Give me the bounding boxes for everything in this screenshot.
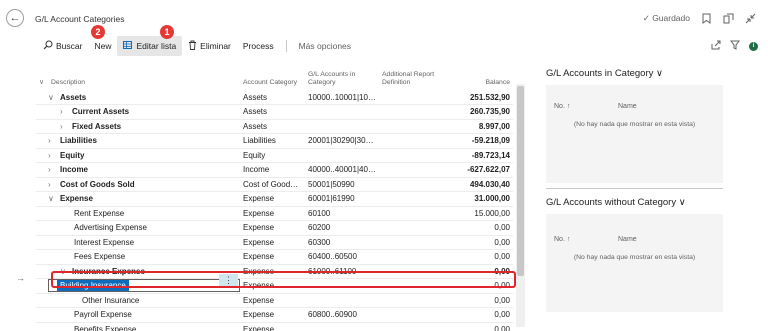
saved-status: ✓ Guardado bbox=[643, 13, 690, 24]
col-header-name[interactable]: Name bbox=[618, 103, 637, 110]
factbox-title[interactable]: G/L Accounts in Category ∨ bbox=[546, 68, 723, 79]
info-icon[interactable]: i bbox=[749, 41, 758, 51]
chevron-right-icon[interactable]: › bbox=[48, 136, 60, 145]
table-row[interactable]: › Fixed Assets Assets 8.997,00 bbox=[36, 119, 513, 134]
edit-list-button[interactable]: Editar lista bbox=[117, 36, 183, 56]
check-icon: ✓ bbox=[642, 12, 650, 23]
table-row[interactable]: Fees Expense Expense 60400..60500 0,00 bbox=[36, 249, 513, 265]
step-badge-2: 2 bbox=[91, 25, 105, 39]
gl-category-grid: ∨ Description Account Category G/L Accoun… bbox=[36, 64, 513, 331]
delete-button[interactable]: Eliminar bbox=[182, 36, 237, 56]
factbox-accounts-without-category: G/L Accounts without Category ∨ No. ↑ Na… bbox=[546, 197, 723, 312]
chevron-right-icon[interactable]: › bbox=[60, 122, 72, 131]
table-row[interactable]: Rent Expense Expense 60100 15.000,00 bbox=[36, 206, 513, 221]
chevron-down-icon[interactable]: ∨ bbox=[656, 68, 663, 79]
col-header-description[interactable]: ∨ Description bbox=[36, 64, 240, 90]
scrollbar-thumb[interactable] bbox=[517, 86, 524, 276]
filter-icon[interactable] bbox=[730, 40, 740, 52]
table-row-selected[interactable]: Building Insurance Expense 0,00 bbox=[36, 278, 513, 294]
chevron-down-icon[interactable]: ∨ bbox=[48, 194, 60, 203]
factbox-divider bbox=[546, 188, 723, 189]
table-row[interactable]: › Liabilities Liabilities 20001|30290|3099… bbox=[36, 133, 513, 149]
col-header-no[interactable]: No. ↑ bbox=[554, 236, 618, 243]
chevron-right-icon[interactable]: › bbox=[48, 165, 60, 174]
action-bar: Buscar New Editar lista Eliminar Process… bbox=[37, 36, 357, 56]
empty-message: (No hay nada que mostrar en esta vista) bbox=[573, 254, 696, 261]
more-options-button[interactable]: Más opciones bbox=[293, 36, 357, 56]
table-row[interactable]: Advertising Expense Expense 60200 0,00 bbox=[36, 220, 513, 236]
delete-icon bbox=[188, 40, 197, 52]
open-new-icon[interactable] bbox=[722, 12, 734, 24]
process-label: Process bbox=[242, 41, 274, 51]
description-edit-text[interactable]: Building Insurance bbox=[57, 280, 129, 292]
col-header-balance[interactable]: Balance bbox=[445, 64, 513, 90]
factbox-title[interactable]: G/L Accounts without Category ∨ bbox=[546, 197, 723, 208]
table-row[interactable]: Other Insurance Expense 0,00 bbox=[36, 293, 513, 308]
share-icon[interactable] bbox=[711, 40, 721, 52]
row-actions-icon[interactable]: ⋮ bbox=[219, 274, 238, 286]
factbox-accounts-in-category: G/L Accounts in Category ∨ No. ↑ Name (N… bbox=[546, 68, 723, 183]
chevron-right-icon[interactable]: › bbox=[60, 107, 72, 116]
col-header-account-category[interactable]: Account Category bbox=[240, 64, 305, 90]
edit-list-icon bbox=[123, 40, 133, 52]
chevron-right-icon[interactable]: › bbox=[48, 151, 60, 160]
table-row[interactable]: › Cost of Goods Sold Cost of Goods S... 50… bbox=[36, 177, 513, 192]
table-row[interactable]: ∨ Expense Expense 60001|61990 31.000,00 bbox=[36, 191, 513, 207]
table-row[interactable]: ∨ Insurance Expense Expense 61000..61100 0,… bbox=[36, 264, 513, 279]
search-button[interactable]: Buscar bbox=[37, 36, 88, 56]
search-label: Buscar bbox=[56, 41, 83, 51]
search-icon bbox=[43, 40, 53, 52]
col-header-gl-accounts[interactable]: G/L Accounts in Category bbox=[305, 64, 379, 90]
grid-scrollbar[interactable] bbox=[516, 84, 525, 327]
new-label: New bbox=[94, 41, 112, 51]
chevron-right-icon[interactable]: › bbox=[48, 180, 60, 189]
table-row[interactable]: › Current Assets Assets 260.735,90 bbox=[36, 104, 513, 120]
factbox-panel: No. ↑ Name (No hay nada que mostrar en e… bbox=[546, 214, 723, 312]
process-menu[interactable]: Process bbox=[237, 36, 280, 56]
chevron-down-icon[interactable]: ∨ bbox=[48, 93, 60, 102]
table-row[interactable]: › Income Income 40000..40001|4050... -627.6… bbox=[36, 162, 513, 178]
table-row[interactable]: ∨ Assets Assets 10000..10001|1091... 251.53… bbox=[36, 90, 513, 105]
chevron-down-icon[interactable]: ∨ bbox=[60, 267, 72, 276]
delete-label: Eliminar bbox=[200, 41, 231, 51]
toolbar-divider bbox=[285, 40, 287, 52]
empty-message: (No hay nada que mostrar en esta vista) bbox=[573, 121, 696, 128]
chevron-down-icon[interactable]: ∨ bbox=[679, 197, 686, 208]
factbox-panel: No. ↑ Name (No hay nada que mostrar en e… bbox=[546, 85, 723, 183]
col-header-name[interactable]: Name bbox=[618, 236, 637, 243]
step-badge-1: 1 bbox=[160, 25, 174, 39]
new-button[interactable]: New bbox=[88, 36, 117, 56]
table-row[interactable]: Payroll Expense Expense 60800..60900 0,00 bbox=[36, 307, 513, 323]
collapse-icon[interactable] bbox=[744, 12, 756, 24]
collapse-all-icon[interactable]: ∨ bbox=[39, 79, 51, 87]
page-title: G/L Account Categories bbox=[35, 14, 125, 24]
table-row[interactable]: › Equity Equity -89.723,14 bbox=[36, 148, 513, 163]
col-header-no[interactable]: No. ↑ bbox=[554, 103, 618, 110]
table-row[interactable]: Interest Expense Expense 60300 0,00 bbox=[36, 235, 513, 250]
table-row[interactable]: Benefits Expense Expense 0,00 bbox=[36, 322, 513, 331]
row-pointer-icon: → bbox=[16, 273, 25, 283]
description-edit-field[interactable]: Building Insurance bbox=[48, 279, 240, 293]
bookmark-icon[interactable] bbox=[700, 12, 712, 24]
col-header-report-definition[interactable]: Additional Report Definition bbox=[379, 64, 445, 90]
edit-list-label: Editar lista bbox=[136, 41, 177, 51]
saved-label: Guardado bbox=[652, 12, 690, 23]
more-options-label: Más opciones bbox=[298, 41, 352, 51]
back-arrow-icon[interactable]: ← bbox=[6, 9, 24, 27]
